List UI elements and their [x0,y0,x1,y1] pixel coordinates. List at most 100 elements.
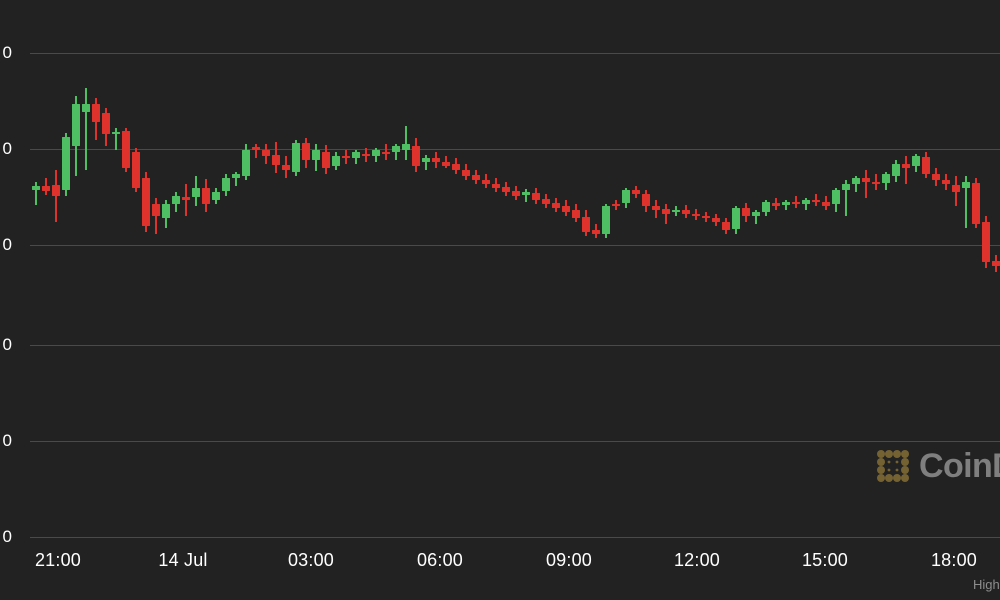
candlestick [762,0,770,600]
candlestick [362,0,370,600]
candlestick [52,0,60,600]
candlestick [502,0,510,600]
candle-wick [665,204,667,224]
candlestick [832,0,840,600]
candlestick [242,0,250,600]
candlestick [412,0,420,600]
x-axis-tick-label: 03:00 [287,550,335,570]
candlestick [202,0,210,600]
candle-body [52,185,60,196]
y-axis-tick-label: 0 [2,235,12,254]
candlestick [892,0,900,600]
candlestick [912,0,920,600]
candle-body [352,152,360,158]
candlestick [432,0,440,600]
candle-body [792,202,800,204]
candle-body [752,212,760,216]
candlestick [992,0,1000,600]
candle-body [842,184,850,190]
candle-body [622,190,630,203]
candle-body [782,202,790,205]
candlestick [342,0,350,600]
candlestick [852,0,860,600]
candle-body [592,230,600,234]
candle-wick [185,184,187,216]
candle-body [472,175,480,180]
candlestick [712,0,720,600]
candlestick [422,0,430,600]
candlestick [132,0,140,600]
candlestick [772,0,780,600]
candle-body [672,210,680,212]
candle-body [412,146,420,166]
candle-body [662,209,670,214]
candlestick [252,0,260,600]
candle-wick [525,189,527,202]
candle-wick [905,156,907,184]
x-axis-tick-label: 15:00 [801,550,849,570]
y-axis-tick-label: 0 [2,43,12,62]
candlestick [72,0,80,600]
candlestick [262,0,270,600]
candle-body [392,146,400,152]
candlestick [172,0,180,600]
candle-body [652,206,660,210]
candlestick [472,0,480,600]
x-axis-tick-label: 21:00 [34,550,82,570]
candle-body [832,190,840,204]
candlestick [322,0,330,600]
candlestick [372,0,380,600]
candle-body [42,186,50,191]
candlestick [442,0,450,600]
candlestick [742,0,750,600]
candlestick [522,0,530,600]
candle-wick [85,88,87,170]
candle-wick [865,170,867,198]
candlestick [642,0,650,600]
candlestick [462,0,470,600]
candle-wick [405,126,407,160]
candlestick [332,0,340,600]
candlestick [942,0,950,600]
candle-body [142,178,150,226]
candle-body [632,190,640,194]
x-axis-tick-label: 09:00 [545,550,593,570]
candle-body [852,178,860,184]
candle-body [722,222,730,230]
candle-body [582,217,590,232]
candlestick [62,0,70,600]
candle-body [332,156,340,166]
candlestick [152,0,160,600]
candlestick [232,0,240,600]
candle-wick [55,170,57,222]
candle-body [932,174,940,180]
candle-body [372,150,380,156]
candlestick [932,0,940,600]
candlestick [492,0,500,600]
candle-body [72,104,80,146]
corner-caption: High [973,577,1000,592]
candle-body [892,164,900,176]
candle-body [682,210,690,214]
candle-body [132,152,140,188]
candle-body [172,196,180,204]
candle-body [712,218,720,222]
x-axis-tick-label: 18:00 [930,550,978,570]
candle-body [912,156,920,166]
candle-body [262,150,270,156]
candle-body [552,203,560,208]
candlestick [662,0,670,600]
candle-body [972,183,980,224]
candlestick [92,0,100,600]
candle-body [702,216,710,218]
candlestick [572,0,580,600]
candle-body [82,104,90,112]
candle-body [992,261,1000,266]
candle-body [322,152,330,168]
candle-body [202,188,210,204]
candlestick [882,0,890,600]
candlestick [632,0,640,600]
candle-body [292,143,300,172]
candle-body [812,200,820,202]
candlestick [692,0,700,600]
